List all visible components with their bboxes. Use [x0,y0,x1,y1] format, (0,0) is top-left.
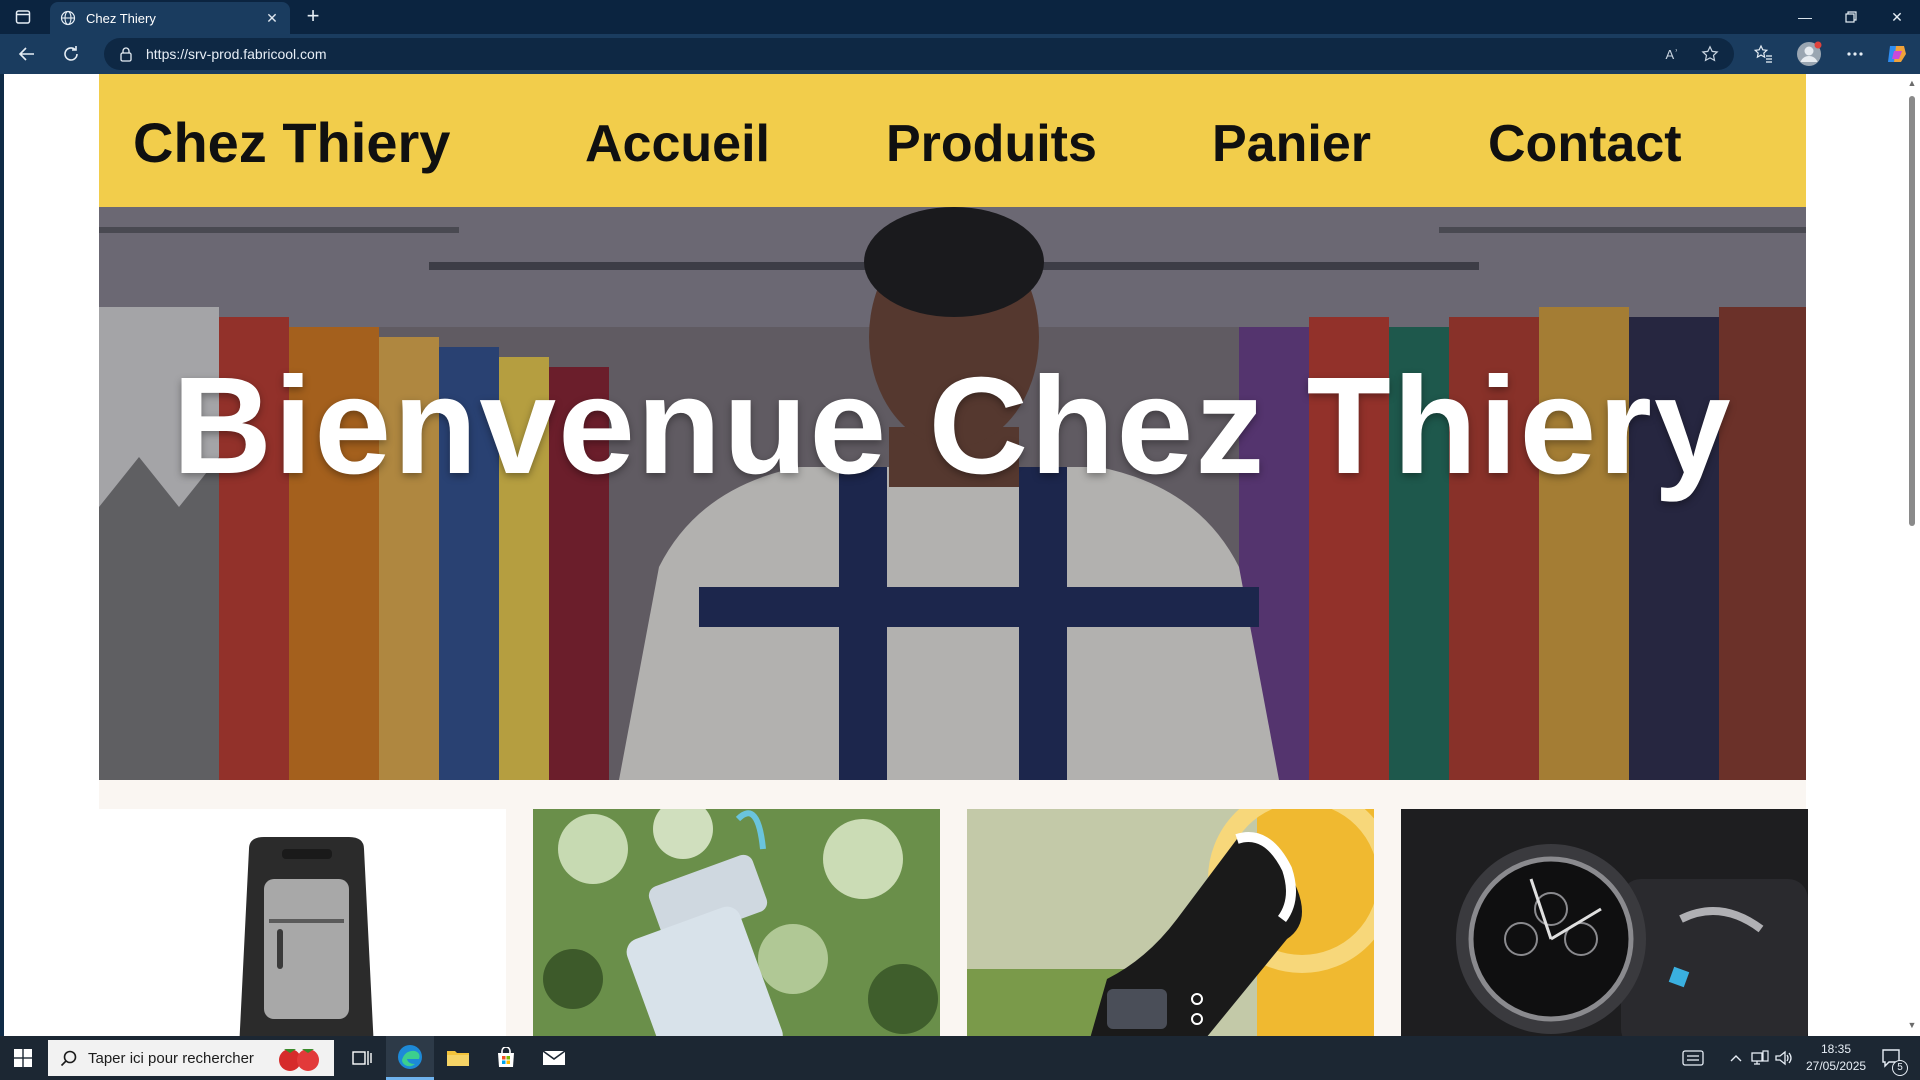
read-aloud-icon[interactable]: Aʾ [1662,44,1682,64]
site-header: Chez Thiery Accueil Produits Panier Cont… [99,74,1806,207]
store-icon[interactable] [482,1036,530,1080]
back-arrow-icon[interactable] [12,40,42,68]
windows-start-icon[interactable] [0,1036,46,1080]
product-card-watch[interactable] [1401,809,1808,1036]
browser-tab-bar: Chez Thiery ✕ + — ✕ [0,0,1920,34]
task-view-icon[interactable] [338,1036,386,1080]
tab-actions-icon[interactable] [10,6,36,28]
page-scrollbar[interactable]: ▲ ▼ [1904,74,1920,1036]
scrollbar-thumb[interactable] [1909,96,1915,526]
close-window-icon[interactable]: ✕ [1874,0,1920,34]
scroll-up-arrow-icon[interactable]: ▲ [1907,78,1917,88]
copilot-icon[interactable] [1882,40,1912,68]
nav-link-produits[interactable]: Produits [886,114,1097,174]
tab-title: Chez Thiery [86,10,156,26]
water-bottle-image [533,809,940,1036]
edge-browser-icon[interactable] [386,1036,434,1080]
nav-link-panier[interactable]: Panier [1212,114,1371,174]
volume-icon[interactable] [1772,1036,1796,1080]
refresh-icon[interactable] [56,40,86,68]
scroll-down-arrow-icon[interactable]: ▼ [1907,1020,1917,1030]
url-text: https://srv-prod.fabricool.com [146,46,327,62]
clock-date: 27/05/2025 [1806,1059,1867,1073]
notification-count-badge: 5 [1892,1060,1908,1076]
website: Chez Thiery Accueil Produits Panier Cont… [99,74,1808,1036]
mail-icon[interactable] [530,1036,578,1080]
product-card-shoe[interactable] [967,809,1374,1036]
close-tab-icon[interactable]: ✕ [264,10,280,26]
search-icon [60,1050,77,1067]
nav-link-contact[interactable]: Contact [1488,114,1682,174]
wristwatch-image [1401,809,1808,1036]
network-icon[interactable] [1748,1036,1772,1080]
new-tab-button[interactable]: + [300,5,326,29]
favorites-icon[interactable] [1748,40,1778,68]
windows-taskbar: Taper ici pour rechercher 18:35 27/05/20… [0,1036,1920,1080]
products-grid [99,809,1808,1036]
page-viewport: Chez Thiery Accueil Produits Panier Cont… [4,74,1904,1036]
lock-icon [120,47,132,62]
favorite-star-icon[interactable] [1700,44,1720,64]
globe-icon [60,10,76,26]
nav-link-accueil[interactable]: Accueil [585,114,770,174]
clock-time: 18:35 [1820,1042,1852,1056]
sneaker-image [967,809,1374,1036]
system-clock[interactable]: 18:35 27/05/2025 [1806,1041,1866,1075]
hero-title: Bienvenue Chez Thiery [172,349,1733,503]
profile-avatar-icon[interactable] [1794,40,1824,68]
strawberry-icon [279,1049,319,1071]
notification-center-icon[interactable]: 5 [1872,1036,1912,1080]
browser-tab-active[interactable]: Chez Thiery ✕ [50,2,290,34]
backpack-image [99,809,506,1036]
search-placeholder: Taper ici pour rechercher [88,1049,254,1067]
product-card-backpack[interactable] [99,809,506,1036]
taskbar-search-box[interactable]: Taper ici pour rechercher [48,1040,334,1076]
minimize-icon[interactable]: — [1782,0,1828,34]
show-hidden-icons-chevron-icon[interactable] [1724,1036,1748,1080]
restore-icon[interactable] [1828,0,1874,34]
keyboard-layout-icon[interactable] [1676,1036,1710,1080]
hero-banner: Bienvenue Chez Thiery [99,207,1806,780]
product-card-bottle[interactable] [533,809,940,1036]
file-explorer-icon[interactable] [434,1036,482,1080]
address-bar[interactable]: https://srv-prod.fabricool.com Aʾ [104,38,1734,70]
more-options-icon[interactable] [1840,40,1870,68]
browser-toolbar: https://srv-prod.fabricool.com Aʾ [0,34,1920,74]
site-brand-logo[interactable]: Chez Thiery [133,110,450,175]
